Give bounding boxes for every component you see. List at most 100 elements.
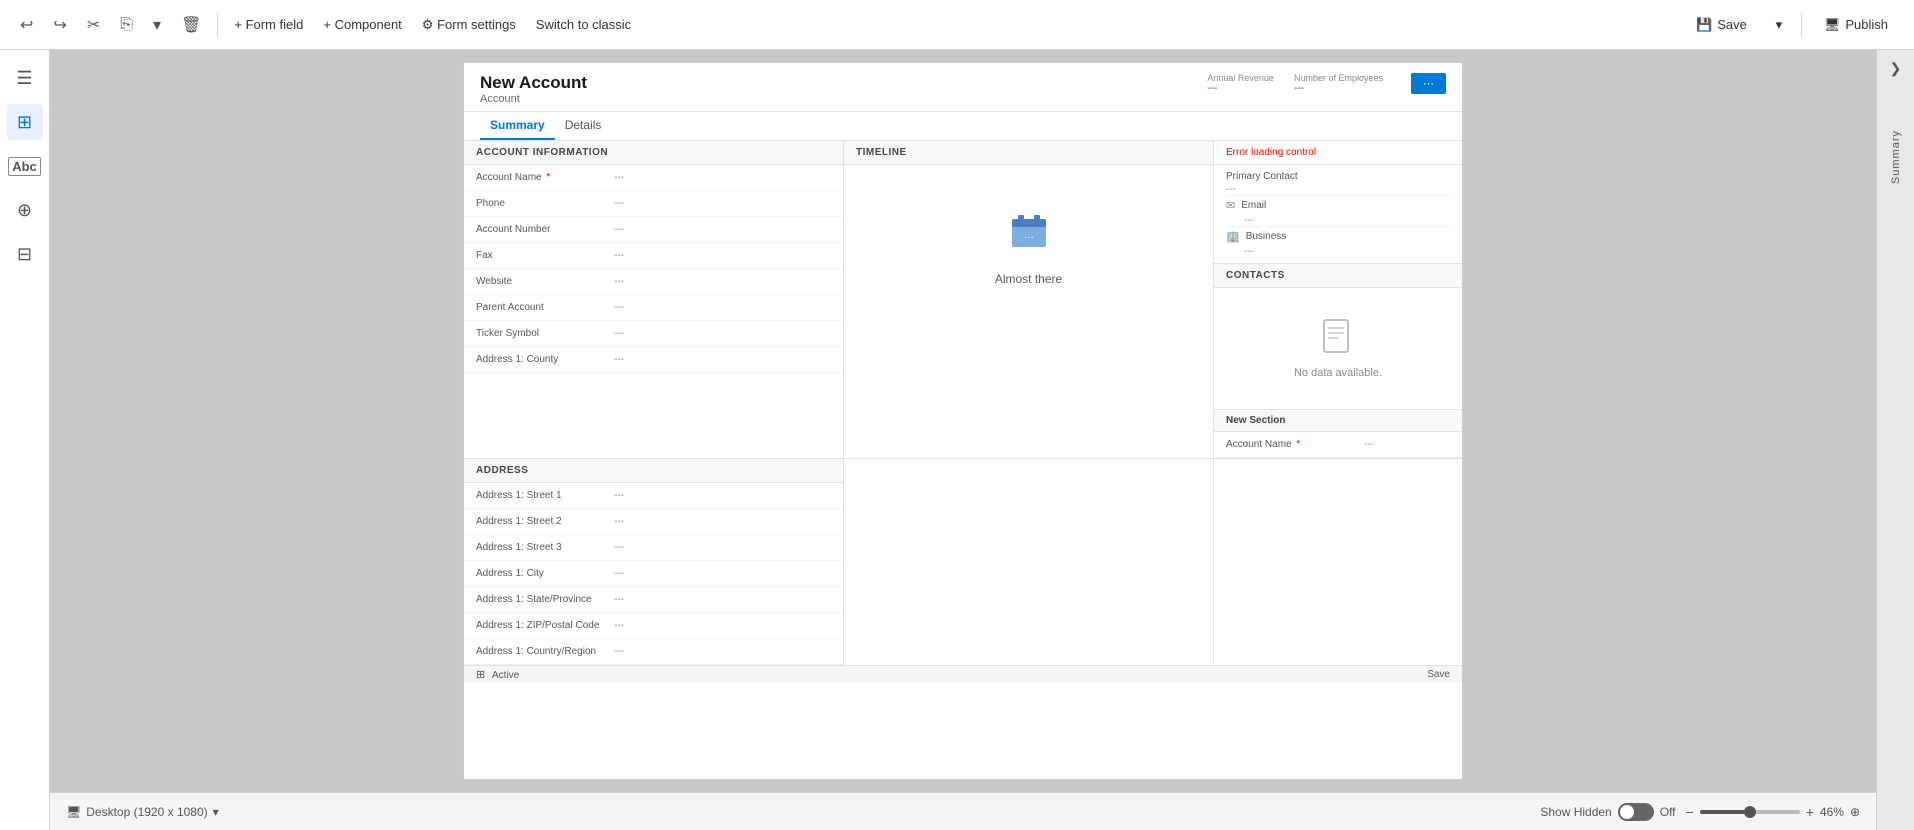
almost-there: ··· Almost there xyxy=(844,165,1213,326)
field-ticker-symbol-value: --- xyxy=(614,328,624,339)
desktop-icon: 🖥 xyxy=(66,805,81,819)
component-label: + Component xyxy=(323,17,401,32)
redo-icon: ↪ xyxy=(53,15,66,35)
redo-button[interactable]: ↪ xyxy=(45,11,74,39)
form-preview: New Account Account Annual Revenue --- N… xyxy=(463,62,1463,780)
field-website-label: Website xyxy=(476,276,606,287)
publish-button[interactable]: 🖥 Publish xyxy=(1810,11,1902,39)
zoom-thumb[interactable] xyxy=(1744,806,1756,818)
menu-icon: ☰ xyxy=(16,68,32,89)
sidebar-icon-grid[interactable]: ⊞ xyxy=(7,104,43,140)
right-panel-close-button[interactable]: ❯ xyxy=(1890,60,1902,77)
timeline-section: Timeline ··· Almost there xyxy=(844,141,1214,458)
copy-button[interactable]: ⎘ xyxy=(112,12,141,38)
show-hidden-group: Show Hidden Off xyxy=(1540,803,1675,821)
show-hidden-toggle[interactable] xyxy=(1618,803,1654,821)
form-status-bar: ⊞ Active Save xyxy=(464,665,1462,683)
form-header-top: New Account Account Annual Revenue --- N… xyxy=(480,73,1446,105)
field-country: Address 1: Country/Region --- xyxy=(464,639,843,665)
field-address-county: Address 1: County --- xyxy=(464,347,843,373)
zoom-increase-icon[interactable]: + xyxy=(1806,804,1814,820)
sidebar-icon-text[interactable]: Abc xyxy=(7,148,43,184)
address-col2-empty xyxy=(844,459,1214,665)
field-street3-label: Address 1: Street 3 xyxy=(476,542,606,553)
desktop-label-text: Desktop (1920 x 1080) xyxy=(86,805,207,819)
field-fax-value: --- xyxy=(614,250,624,261)
zoom-level: 46% xyxy=(1820,805,1844,819)
field-fax-label: Fax xyxy=(476,250,606,261)
header-action-button[interactable]: ⋯ xyxy=(1411,73,1446,94)
form-settings-button[interactable]: ⚙ Form settings xyxy=(414,13,524,37)
almost-there-icon: ··· xyxy=(1004,205,1054,264)
primary-contact-label: Primary Contact xyxy=(1226,171,1450,182)
field-phone-label: Phone xyxy=(476,198,606,209)
new-section-account-name: Account Name * --- xyxy=(1214,432,1462,458)
form-field-button[interactable]: + Form field xyxy=(226,13,311,36)
toolbar-right: 💾 Save ▾ 🖥 Publish xyxy=(1682,9,1902,41)
new-section-field-label: Account Name * xyxy=(1226,439,1356,450)
component-button[interactable]: + Component xyxy=(315,13,409,36)
email-icon: ✉ xyxy=(1226,199,1235,212)
form-status-text: ⊞ Active xyxy=(476,668,519,681)
field-city-value: --- xyxy=(614,568,624,579)
sidebar-icon-layers[interactable]: ⊕ xyxy=(7,192,43,228)
publish-label: Publish xyxy=(1845,17,1888,32)
form-field-label: + Form field xyxy=(234,17,303,32)
form-body-row2: ADDRESS Address 1: Street 1 --- Address … xyxy=(464,459,1462,665)
bottom-left: 🖥 Desktop (1920 x 1080) ▾ xyxy=(66,805,219,819)
field-fax: Fax --- xyxy=(464,243,843,269)
email-row: ✉ Email xyxy=(1226,195,1450,215)
copy-icon: ⎘ xyxy=(120,16,133,34)
sidebar-icon-components[interactable]: ⊟ xyxy=(7,236,43,272)
required-marker: * xyxy=(546,172,550,183)
chevron-down-icon: ▾ xyxy=(153,15,161,35)
main-area: ☰ ⊞ Abc ⊕ ⊟ New Account Account xyxy=(0,50,1914,830)
dropdown-button[interactable]: ▾ xyxy=(145,11,169,39)
save-button[interactable]: 💾 Save xyxy=(1682,11,1761,39)
form-save-status: Save xyxy=(1427,669,1450,680)
address-section-header: ADDRESS xyxy=(464,459,843,483)
tab-details[interactable]: Details xyxy=(555,112,612,140)
zoom-decrease-icon[interactable]: − xyxy=(1686,804,1694,820)
field-parent-account: Parent Account --- xyxy=(464,295,843,321)
field-account-name: Account Name * --- xyxy=(464,165,843,191)
form-body-row1: ACCOUNT INFORMATION Account Name * --- P… xyxy=(464,141,1462,459)
field-account-name-value: --- xyxy=(614,172,624,183)
undo-icon: ↩ xyxy=(20,15,33,35)
compass-icon[interactable]: ⊕ xyxy=(1850,805,1860,819)
switch-classic-button[interactable]: Switch to classic xyxy=(528,13,639,36)
field-parent-account-value: --- xyxy=(614,302,624,313)
switch-classic-label: Switch to classic xyxy=(536,17,631,32)
employees-field: Number of Employees --- xyxy=(1294,73,1383,94)
field-state-label: Address 1: State/Province xyxy=(476,594,606,605)
canvas-area: New Account Account Annual Revenue --- N… xyxy=(50,50,1876,830)
delete-icon: 🗑 xyxy=(181,15,201,35)
no-data-section: No data available. xyxy=(1214,288,1462,409)
save-icon: 💾 xyxy=(1696,17,1712,33)
sidebar-icon-menu[interactable]: ☰ xyxy=(7,60,43,96)
email-row-label: Email xyxy=(1241,200,1266,211)
timeline-header: Timeline xyxy=(844,141,1213,165)
field-website-value: --- xyxy=(614,276,624,287)
business-icon: 🏢 xyxy=(1226,230,1240,243)
delete-button[interactable]: 🗑 xyxy=(173,11,209,39)
desktop-selector[interactable]: 🖥 Desktop (1920 x 1080) ▾ xyxy=(66,805,219,819)
field-address-county-label: Address 1: County xyxy=(476,354,606,365)
field-street1-label: Address 1: Street 1 xyxy=(476,490,606,501)
save-dropdown-button[interactable]: ▾ xyxy=(1765,9,1793,41)
field-website: Website --- xyxy=(464,269,843,295)
right-col: Error loading control Primary Contact --… xyxy=(1214,141,1462,458)
business-row-label: Business xyxy=(1246,231,1287,242)
contacts-section-header: CONTACTS xyxy=(1214,264,1462,288)
undo-button[interactable]: ↩ xyxy=(12,11,41,39)
field-phone: Phone --- xyxy=(464,191,843,217)
primary-contact-section: Primary Contact --- ✉ Email --- 🏢 Busine… xyxy=(1214,165,1462,264)
cut-button[interactable]: ✂ xyxy=(79,11,108,39)
zoom-track[interactable] xyxy=(1700,810,1800,814)
tab-summary[interactable]: Summary xyxy=(480,112,555,140)
business-row-value: --- xyxy=(1226,246,1450,257)
address-col3-empty xyxy=(1214,459,1462,665)
field-ticker-symbol-label: Ticker Symbol xyxy=(476,328,606,339)
layers-icon: ⊕ xyxy=(17,200,32,221)
field-address-county-value: --- xyxy=(614,354,624,365)
